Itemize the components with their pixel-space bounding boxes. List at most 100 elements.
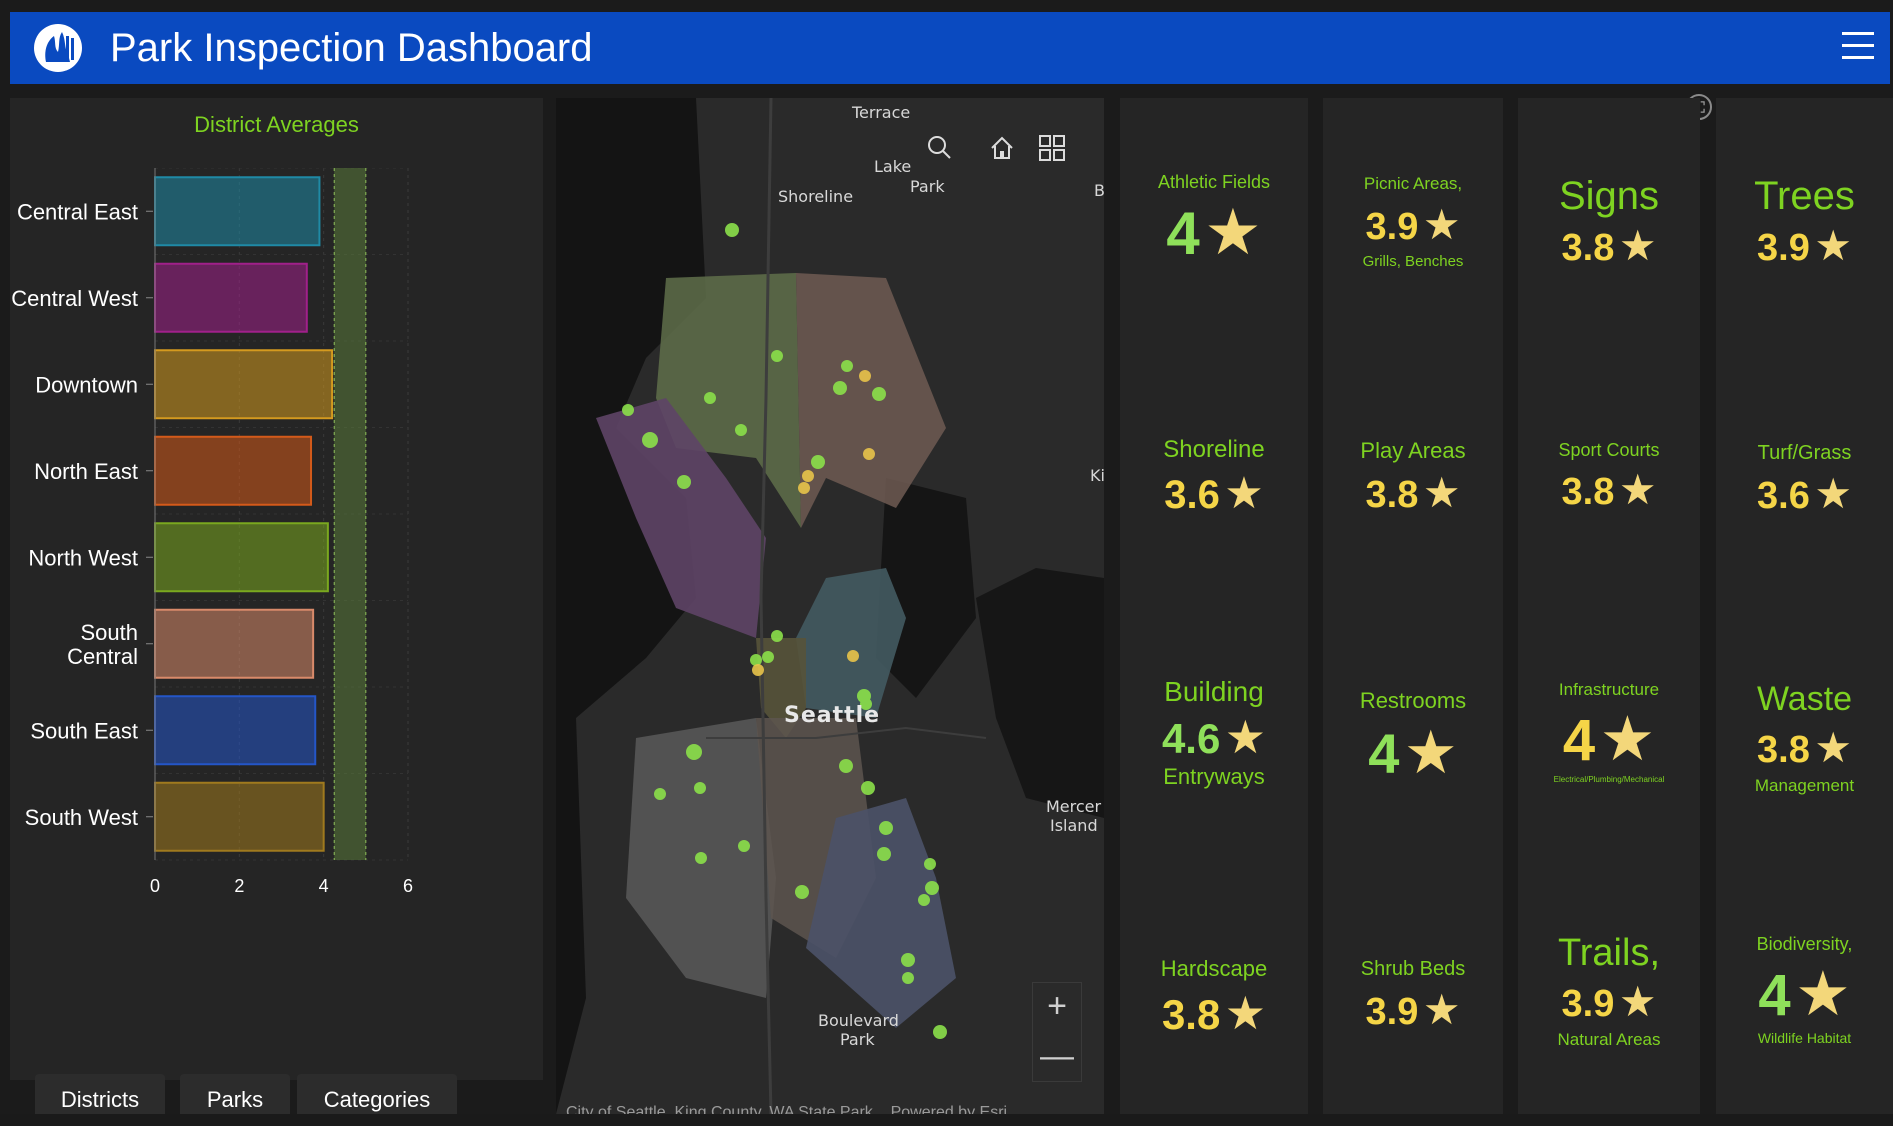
rating-value: 3.8 <box>1757 729 1810 771</box>
rating-value: 4 <box>1562 708 1596 773</box>
star-icon: ★ <box>1403 719 1458 786</box>
rating-value: 4 <box>1166 200 1200 267</box>
rating-card-trails[interactable]: Trails, 3.9 ★ Natural Areas <box>1518 932 1700 1050</box>
map-toolbar <box>916 124 1086 172</box>
rating-value: 4.6 <box>1161 715 1221 762</box>
star-icon: ★ <box>1814 470 1852 517</box>
category-label: Central East <box>17 199 138 224</box>
rating-value: 3.8 <box>1161 991 1221 1038</box>
zoom-control: + — <box>1032 982 1082 1082</box>
home-icon[interactable] <box>978 124 1026 172</box>
category-label: Central West <box>11 286 138 311</box>
map-label-shoreline: Shoreline <box>778 187 853 206</box>
category-label: Central <box>67 644 138 669</box>
ratings-column-3: Signs 3.8 ★ Sport Courts 3.8 ★ Infrastru… <box>1518 98 1700 1114</box>
bar-south-central <box>154 608 315 679</box>
rating-value: 3.8 <box>1561 227 1615 269</box>
dashboard-app: Park Inspection Dashboard District Avera… <box>0 0 1893 1114</box>
tab-parks[interactable]: Parks <box>180 1074 290 1114</box>
rating-title: Shoreline <box>1163 436 1265 463</box>
star-icon: ★ <box>1224 469 1264 518</box>
rating-card-building[interactable]: Building 4.6 ★ Entryways <box>1120 676 1308 790</box>
zoom-in-button[interactable]: + <box>1033 983 1081 1031</box>
district-averages-panel: District Averages Central East Central We… <box>10 98 543 1080</box>
rating-value: 4 <box>1758 963 1791 1028</box>
rating-title: Picnic Areas, <box>1363 174 1463 193</box>
rating-title: Waste <box>1756 680 1853 718</box>
rating-subtitle: Wildlife Habitat <box>1757 1030 1852 1046</box>
star-icon: ★ <box>1204 196 1262 268</box>
star-icon: ★ <box>1814 222 1852 269</box>
star-icon: ★ <box>1814 724 1852 771</box>
map-view[interactable]: Terrace Lake t Park Shoreline B Ki Seatt… <box>556 98 1104 1114</box>
rating-card-trees[interactable]: Trees 3.9 ★ <box>1716 174 1893 270</box>
rating-title: Trails, <box>1557 932 1661 974</box>
bar-south-west <box>154 781 325 852</box>
basemap-gallery-icon[interactable] <box>1028 124 1076 172</box>
rating-title: Biodiversity, <box>1756 934 1853 954</box>
rating-card-biodiversity[interactable]: Biodiversity, 4 ★ Wildlife Habitat <box>1716 934 1893 1046</box>
rating-card-sport-courts[interactable]: Sport Courts 3.8 ★ <box>1518 440 1700 514</box>
bar-south-east <box>154 695 317 766</box>
rating-card-restrooms[interactable]: Restrooms 4 ★ <box>1323 688 1503 788</box>
rating-card-play-areas[interactable]: Play Areas 3.8 ★ <box>1323 438 1503 517</box>
rating-card-shoreline[interactable]: Shoreline 3.6 ★ <box>1120 436 1308 519</box>
x-tick-label: 2 <box>234 876 244 896</box>
seattle-map[interactable]: Terrace Lake t Park Shoreline B Ki Seatt… <box>556 98 1104 1114</box>
bar-north-east <box>154 435 313 506</box>
star-icon: ★ <box>1618 466 1657 513</box>
rating-card-athletic-fields[interactable]: Athletic Fields 4 ★ <box>1120 172 1308 270</box>
map-label-mercer: Mercer <box>1046 797 1102 816</box>
district-averages-chart: Central East Central West Downtown North Ea… <box>11 168 413 896</box>
rating-title: Hardscape <box>1160 956 1268 981</box>
rating-subtitle: Natural Areas <box>1557 1030 1661 1049</box>
rating-value: 3.9 <box>1365 991 1419 1033</box>
rating-subtitle: Electrical/Plumbing/Mechanical <box>1553 775 1665 784</box>
rating-card-waste[interactable]: Waste 3.8 ★ Management <box>1716 680 1893 796</box>
bar-central-west <box>154 262 308 333</box>
rating-card-hardscape[interactable]: Hardscape 3.8 ★ <box>1120 956 1308 1040</box>
app-header: Park Inspection Dashboard <box>10 12 1890 84</box>
star-icon: ★ <box>1618 222 1657 269</box>
tab-districts[interactable]: Districts <box>35 1074 165 1114</box>
rating-value: 3.9 <box>1561 983 1615 1025</box>
search-icon[interactable] <box>916 124 964 172</box>
rating-value: 3.8 <box>1365 474 1419 516</box>
rating-card-signs[interactable]: Signs 3.8 ★ <box>1518 174 1700 270</box>
hamburger-menu-icon[interactable] <box>1842 32 1874 62</box>
map-label-seattle: Seattle <box>784 703 880 728</box>
rating-card-turf-grass[interactable]: Turf/Grass 3.6 ★ <box>1716 442 1893 518</box>
star-icon: ★ <box>1618 978 1657 1025</box>
rating-value: 3.9 <box>1365 206 1419 248</box>
star-icon: ★ <box>1422 986 1461 1033</box>
category-label: South West <box>25 805 138 830</box>
map-attribution: City of Seattle, King County, WA State P… <box>566 1104 1008 1114</box>
category-label: North East <box>34 459 138 484</box>
rating-subtitle: Entryways <box>1163 764 1265 789</box>
map-label-terrace: Terrace <box>851 103 910 122</box>
tab-categories[interactable]: Categories <box>297 1074 457 1114</box>
seattle-logo-icon <box>34 24 82 72</box>
rating-title: Athletic Fields <box>1157 172 1271 192</box>
rating-card-infrastructure[interactable]: Infrastructure 4 ★ Electrical/Plumbing/M… <box>1518 680 1700 784</box>
rating-card-shrub-beds[interactable]: Shrub Beds 3.9 ★ <box>1323 958 1503 1034</box>
rating-title: Sport Courts <box>1558 440 1660 460</box>
rating-title: Shrub Beds <box>1360 958 1466 980</box>
rating-value: 3.6 <box>1757 475 1810 517</box>
rating-title: Infrastructure <box>1558 680 1660 699</box>
ratings-column-2: Picnic Areas, 3.9 ★ Grills, Benches Play… <box>1323 98 1503 1114</box>
ratings-column-4: Trees 3.9 ★ Turf/Grass 3.6 ★ Waste 3.8 ★… <box>1716 98 1893 1114</box>
x-tick-label: 6 <box>403 876 413 896</box>
target-band <box>334 168 366 860</box>
x-tick-label: 0 <box>150 876 160 896</box>
app-title: Park Inspection Dashboard <box>110 26 593 70</box>
rating-card-picnic-areas[interactable]: Picnic Areas, 3.9 ★ Grills, Benches <box>1323 174 1503 270</box>
star-icon: ★ <box>1422 201 1461 248</box>
star-icon: ★ <box>1795 960 1851 1029</box>
rating-title: Turf/Grass <box>1757 442 1852 464</box>
map-label-park: Park <box>910 177 945 196</box>
bar-central-east <box>154 176 321 247</box>
zoom-out-button[interactable]: — <box>1033 1033 1081 1081</box>
chart-title: District Averages <box>194 112 359 137</box>
rating-value: 3.8 <box>1561 471 1615 513</box>
